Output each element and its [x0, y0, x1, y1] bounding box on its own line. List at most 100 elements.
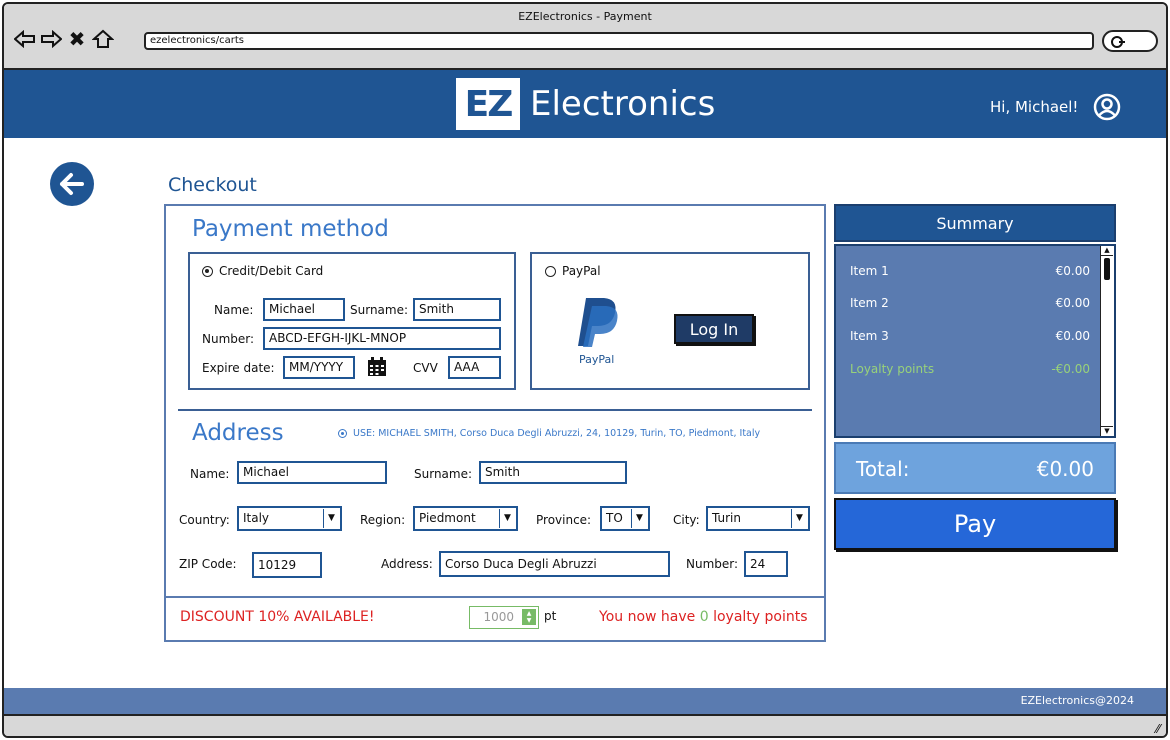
scroll-up-icon[interactable]: ▲: [1101, 246, 1113, 256]
country-label: Country:: [179, 513, 230, 527]
window-title: EZElectronics - Payment: [518, 10, 652, 23]
summary-item: Item 1 €0.00: [850, 264, 1090, 278]
total-box: Total: €0.00: [834, 442, 1116, 494]
summary-item-price: €0.00: [1055, 264, 1090, 278]
address-title: Address: [192, 420, 284, 446]
site-logo[interactable]: EZ Electronics: [456, 78, 715, 130]
use-address-text: USE: MICHAEL SMITH, Corso Duca Degli Abr…: [353, 428, 761, 439]
site-footer: EZElectronics@2024: [4, 688, 1166, 714]
summary-item: Item 2 €0.00: [850, 296, 1090, 310]
url-bar[interactable]: ezelectronics/carts: [144, 32, 1094, 50]
card-name-label: Name:: [214, 303, 254, 317]
logo-mark: EZ: [456, 78, 520, 130]
cvv-label: CVV: [413, 361, 438, 375]
use-saved-address-option[interactable]: USE: MICHAEL SMITH, Corso Duca Degli Abr…: [338, 428, 760, 439]
scroll-down-icon[interactable]: ▼: [1101, 426, 1113, 436]
scroll-thumb[interactable]: [1104, 258, 1110, 280]
calendar-icon[interactable]: [367, 357, 387, 377]
resize-handle-icon[interactable]: ⁄⁄: [1156, 722, 1160, 736]
address-surname-label: Surname:: [414, 467, 473, 481]
loyalty-count: 0: [699, 609, 709, 625]
back-button[interactable]: [50, 162, 94, 206]
summary-list: Item 1 €0.00 Item 2 €0.00 Item 3 €0.00 L…: [834, 244, 1116, 438]
discount-message: DISCOUNT 10% AVAILABLE!: [180, 609, 375, 625]
card-name-field[interactable]: Michael: [263, 298, 345, 321]
summary-loyalty-row: Loyalty points -€0.00: [850, 362, 1090, 376]
summary-loyalty-value: -€0.00: [1051, 362, 1090, 376]
card-surname-label: Surname:: [350, 303, 409, 317]
street-label: Address:: [381, 557, 433, 571]
pay-button[interactable]: Pay: [834, 498, 1116, 550]
summary-loyalty-label: Loyalty points: [850, 362, 935, 376]
province-label: Province:: [536, 513, 592, 527]
card-radio[interactable]: [202, 265, 213, 277]
region-value: Piedmont: [419, 511, 476, 525]
discount-divider: [166, 596, 824, 598]
province-value: TO: [606, 511, 623, 525]
footer-copyright: EZElectronics@2024: [1020, 694, 1134, 707]
browser-titlebar: EZElectronics - Payment ✖ ezelectronics/…: [4, 4, 1166, 70]
summary-item-price: €0.00: [1055, 329, 1090, 343]
total-value: €0.00: [1036, 457, 1094, 481]
summary-scrollbar[interactable]: ▲ ▼: [1100, 246, 1114, 436]
paypal-caption: PayPal: [579, 353, 615, 366]
expire-date-label: Expire date:: [202, 361, 275, 375]
street-field[interactable]: Corso Duca Degli Abruzzi: [439, 551, 670, 577]
payment-method-title: Payment method: [192, 216, 389, 242]
address-surname-field[interactable]: Smith: [479, 461, 627, 484]
province-select[interactable]: TO ▼: [600, 506, 650, 531]
forward-nav-icon[interactable]: [40, 28, 62, 50]
address-name-label: Name:: [190, 467, 230, 481]
country-select[interactable]: Italy ▼: [237, 506, 342, 531]
zip-label: ZIP Code:: [179, 557, 237, 571]
summary-title: Summary: [834, 204, 1116, 242]
street-number-field[interactable]: 24: [744, 551, 788, 577]
region-select[interactable]: Piedmont ▼: [413, 506, 518, 531]
street-number-label: Number:: [686, 557, 739, 571]
chevron-down-icon: ▼: [323, 509, 339, 528]
paypal-logo-icon: [578, 298, 618, 347]
user-account-icon[interactable]: [1092, 92, 1122, 122]
section-divider: [178, 409, 812, 411]
cvv-field[interactable]: AAA: [448, 356, 501, 379]
card-surname-field[interactable]: Smith: [413, 298, 501, 321]
points-stepper-icon[interactable]: ▲ ▼: [522, 609, 536, 625]
paypal-option-label: PayPal: [562, 264, 601, 278]
points-value: 1000: [483, 610, 514, 624]
chevron-down-icon: ▼: [791, 509, 807, 528]
city-value: Turin: [712, 511, 741, 525]
loyalty-points-input[interactable]: 1000 ▲ ▼: [469, 606, 539, 629]
card-option[interactable]: Credit/Debit Card: [202, 264, 323, 278]
logo-text: Electronics: [530, 84, 716, 124]
close-icon[interactable]: ✖: [66, 28, 88, 50]
browser-statusbar: ⁄⁄: [4, 714, 1166, 736]
city-select[interactable]: Turin ▼: [706, 506, 810, 531]
summary-item-price: €0.00: [1055, 296, 1090, 310]
city-label: City:: [673, 513, 700, 527]
paypal-option[interactable]: PayPal: [545, 264, 601, 278]
back-nav-icon[interactable]: [14, 28, 36, 50]
card-option-label: Credit/Debit Card: [219, 264, 324, 278]
loyalty-prefix: You now have: [599, 609, 700, 625]
browser-search[interactable]: [1102, 30, 1158, 52]
paypal-login-button[interactable]: Log In: [674, 314, 754, 344]
points-unit: pt: [544, 609, 557, 623]
chevron-down-icon: ▼: [631, 509, 647, 528]
summary-item: Item 3 €0.00: [850, 329, 1090, 343]
country-value: Italy: [243, 511, 270, 525]
address-name-field[interactable]: Michael: [237, 461, 387, 484]
loyalty-suffix: loyalty points: [708, 609, 808, 625]
paypal-radio[interactable]: [545, 265, 556, 277]
total-label: Total:: [856, 457, 910, 481]
home-icon[interactable]: [92, 28, 114, 50]
expire-date-field[interactable]: MM/YYYY: [283, 356, 355, 379]
search-icon: [1111, 36, 1125, 48]
use-address-radio[interactable]: [338, 429, 347, 438]
arrow-left-icon: [60, 173, 84, 195]
site-header: EZ Electronics Hi, Michael!: [4, 70, 1166, 138]
chevron-down-icon: ▼: [499, 509, 515, 528]
user-greeting: Hi, Michael!: [990, 98, 1079, 116]
zip-field[interactable]: 10129: [252, 552, 322, 578]
card-number-field[interactable]: ABCD-EFGH-IJKL-MNOP: [263, 327, 501, 350]
loyalty-status: You now have 0 loyalty points: [599, 609, 808, 625]
